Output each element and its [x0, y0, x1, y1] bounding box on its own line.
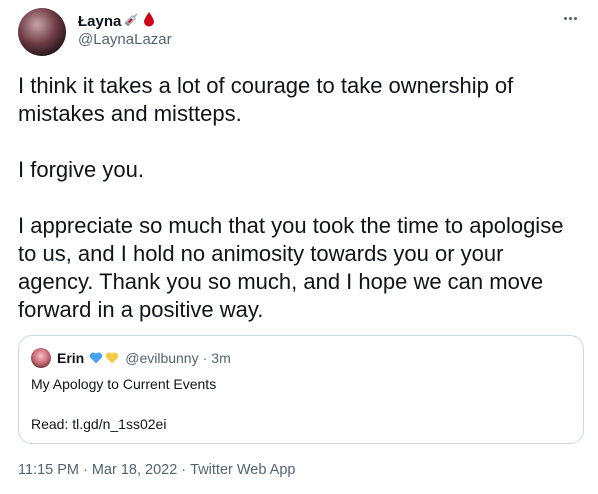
quoted-text-line: Read: tl.gd/n_1ss02ei	[31, 416, 167, 432]
quoted-tweet-header: Erin @evilbunny · 3m	[31, 348, 231, 368]
separator: ·	[181, 462, 187, 478]
author-name-text: Łayna	[78, 12, 122, 30]
dot	[563, 16, 567, 20]
quoted-author-avatar	[31, 348, 51, 368]
tweet-paragraph: I forgive you.	[18, 157, 144, 182]
yellow-heart-icon	[105, 351, 119, 365]
syringe-icon	[123, 11, 141, 31]
blue-heart-icon	[89, 351, 103, 365]
separator: ·	[202, 350, 208, 366]
tweet-text: I think it takes a lot of courage to tak…	[18, 72, 582, 324]
quoted-timestamp: 3m	[211, 350, 231, 366]
tweet-paragraph: I appreciate so much that you took the t…	[18, 213, 564, 322]
dot	[573, 16, 577, 20]
tweet-source[interactable]: Twitter Web App	[190, 462, 295, 478]
quoted-author-handle: @evilbunny	[125, 350, 199, 366]
dot	[568, 16, 572, 20]
author-display-name[interactable]: Łayna	[78, 11, 155, 31]
tweet-meta: 11:15 PM · Mar 18, 2022 · Twitter Web Ap…	[18, 462, 295, 478]
blood-drop-icon	[143, 11, 155, 31]
quoted-text-line: My Apology to Current Events	[31, 376, 217, 392]
author-avatar[interactable]	[18, 8, 66, 56]
tweet-date[interactable]: Mar 18, 2022	[92, 462, 177, 478]
separator: ·	[83, 462, 88, 478]
quoted-author-name: Erin	[57, 350, 85, 366]
tweet-time[interactable]: 11:15 PM	[18, 462, 79, 478]
tweet-paragraph: I think it takes a lot of courage to tak…	[18, 73, 514, 126]
author-handle[interactable]: @LaynaLazar	[78, 31, 172, 48]
quoted-tweet[interactable]: Erin @evilbunny · 3m My Apology to Curre…	[18, 335, 584, 444]
more-options-button[interactable]	[558, 8, 582, 28]
